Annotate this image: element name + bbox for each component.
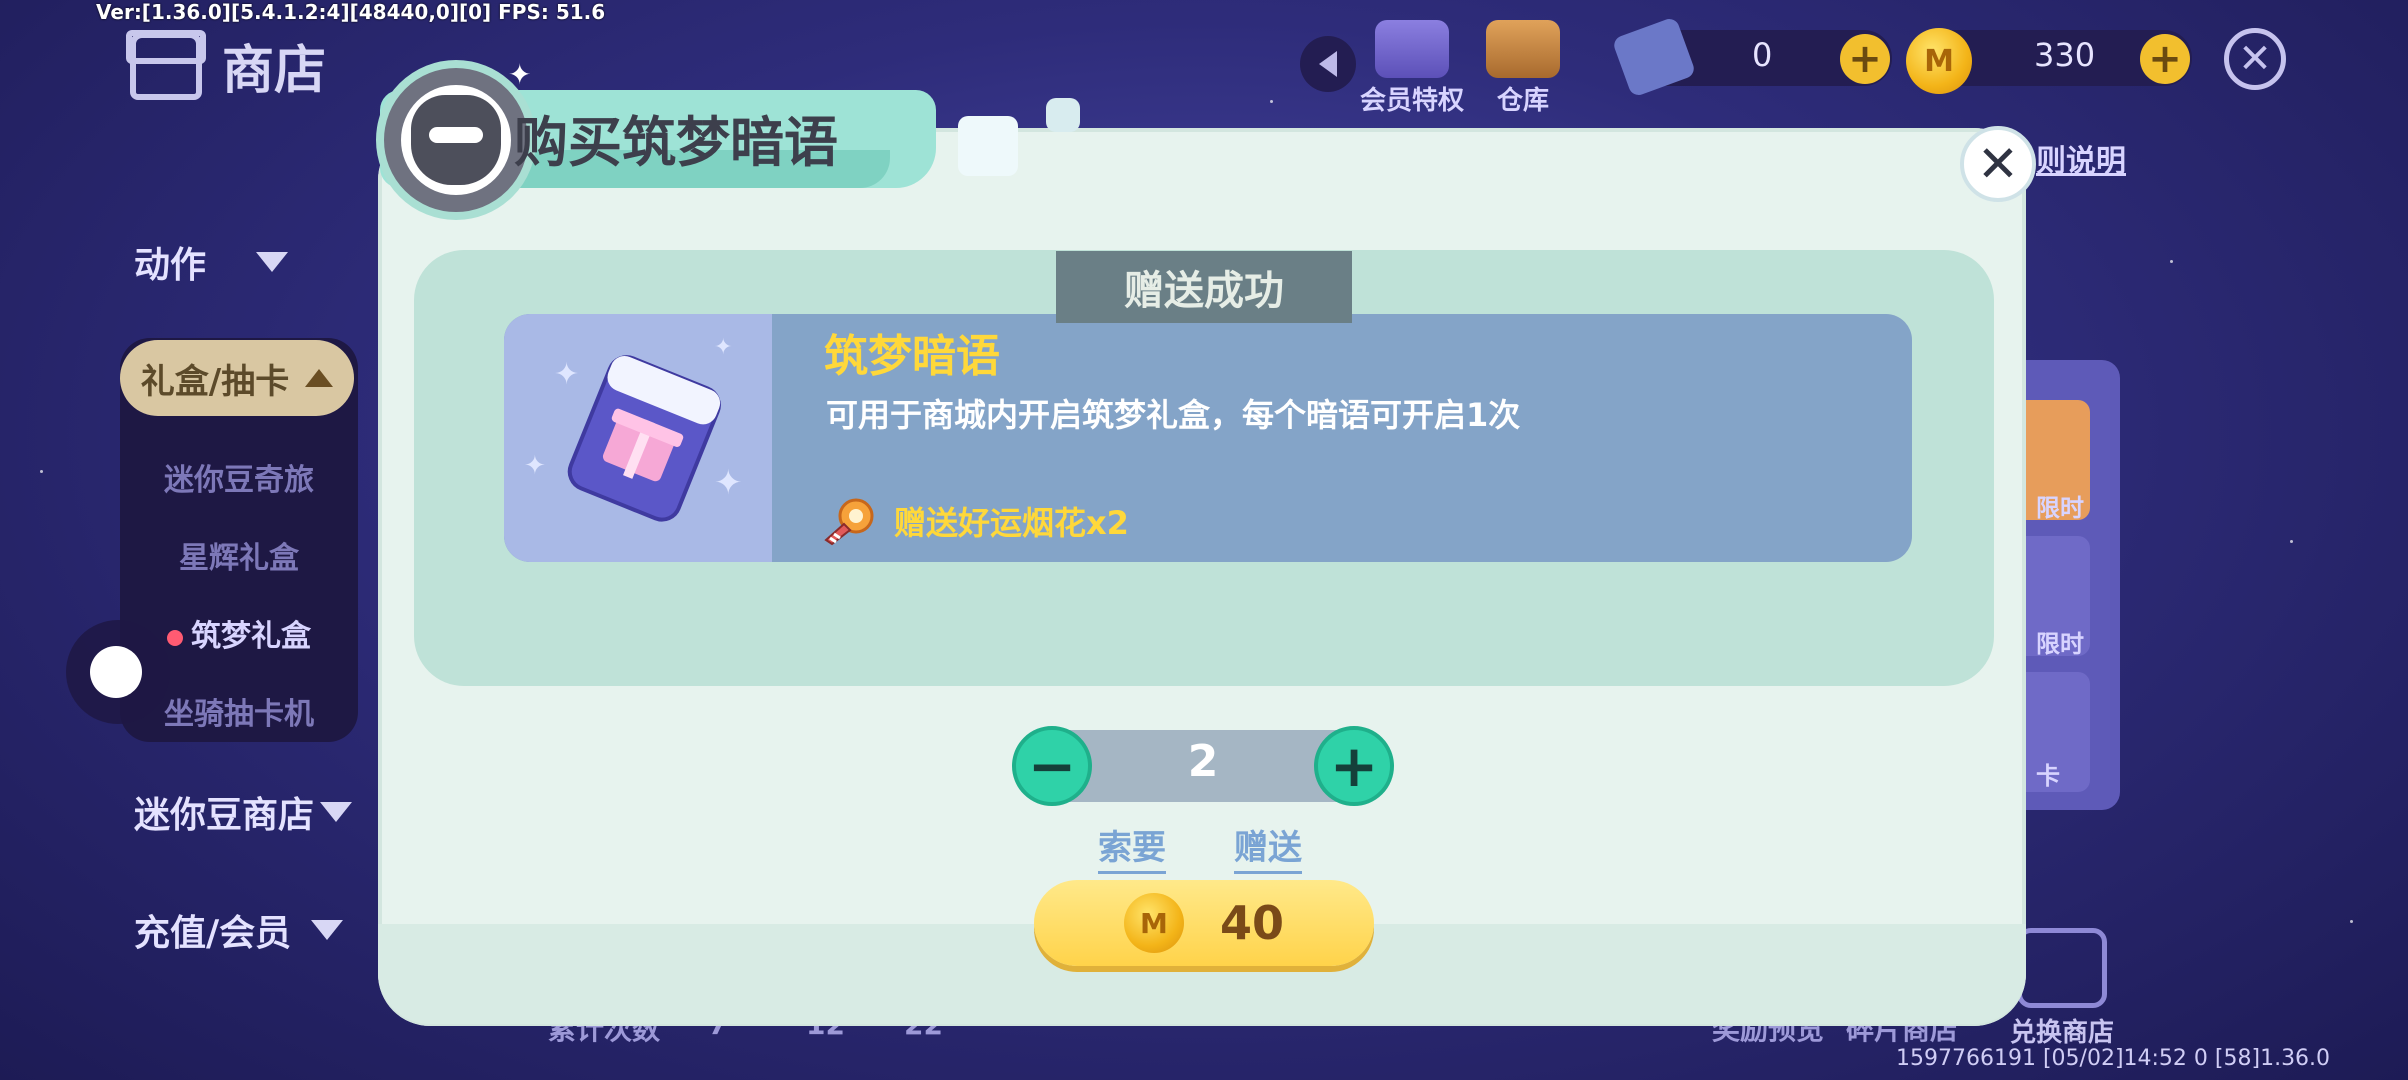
- coin-icon: M: [1906, 28, 1972, 94]
- item-bonus-label: 赠送好运烟花x2: [894, 504, 1129, 542]
- svg-text:✦: ✦: [714, 335, 732, 360]
- sparkle-icon: ✦: [508, 58, 532, 91]
- shop-header: 商店: [126, 28, 327, 103]
- shop-icon: [126, 29, 206, 100]
- sidebar-item-action[interactable]: 动作: [134, 236, 289, 288]
- rules-link[interactable]: 则说明: [2036, 136, 2126, 180]
- collapse-button[interactable]: [1300, 36, 1356, 92]
- decor-square: [958, 116, 1018, 176]
- sidebar-subitem-starlight-box[interactable]: 星辉礼盒: [120, 533, 358, 577]
- coin-count: 330: [2034, 36, 2096, 74]
- quantity-value[interactable]: 2: [1092, 736, 1314, 787]
- increase-quantity-button[interactable]: +: [1314, 726, 1394, 806]
- exchange-label: 兑换商店: [2010, 1018, 2115, 1048]
- add-coin-button[interactable]: +: [2140, 34, 2190, 84]
- background-star: [1270, 100, 1273, 103]
- mascot-face-icon: [401, 85, 511, 195]
- background-star: [2290, 540, 2293, 543]
- sidebar-item-label: 动作: [134, 245, 207, 286]
- purchase-price: 40: [1219, 896, 1284, 950]
- sidebar-subitem-label: 筑梦礼盒: [191, 619, 311, 654]
- chevron-up-icon: [305, 369, 334, 387]
- item-description: 可用于商城内开启筑梦礼盒，每个暗语可开启1次: [826, 396, 1521, 434]
- item-bonus: 赠送好运烟花x2: [820, 496, 1129, 546]
- item-image-frame: ✦ ✦ ✦ ✦: [504, 314, 772, 562]
- close-shop-button[interactable]: ✕: [2224, 28, 2286, 90]
- debug-overlay: Ver:[1.36.0][5.4.1.2:4][48440,0][0] FPS:…: [96, 0, 606, 24]
- vip-privileges-button[interactable]: 会员特权: [1360, 20, 1464, 117]
- chevron-left-icon: [1319, 51, 1337, 77]
- sidebar-item-giftbox[interactable]: 礼盒/抽卡: [120, 340, 354, 416]
- coin-icon: M: [1123, 893, 1184, 953]
- sidebar-subitem-mini-journey[interactable]: 迷你豆奇旅: [120, 455, 358, 499]
- sidebar-item-label: 充值/会员: [134, 913, 292, 954]
- crown-icon: [1375, 20, 1449, 78]
- vip-label: 会员特权: [1360, 86, 1465, 116]
- sidebar-item-label: 迷你豆商店: [134, 795, 315, 836]
- firework-icon: [824, 498, 874, 546]
- side-card-label: 卡: [2036, 762, 2060, 790]
- quantity-stepper: − 2 +: [1012, 726, 1394, 806]
- item-card: ✦ ✦ ✦ ✦: [504, 314, 1912, 562]
- shop-title: 商店: [222, 41, 327, 101]
- background-star: [40, 470, 43, 473]
- purchase-button[interactable]: M 40: [1034, 880, 1374, 966]
- chevron-down-icon: [320, 802, 353, 822]
- gift-icon: [2017, 928, 2107, 1008]
- warehouse-button[interactable]: 仓库: [1486, 20, 1560, 117]
- item-name: 筑梦暗语: [824, 331, 1000, 382]
- background-star: [2170, 260, 2173, 263]
- close-dialog-button[interactable]: ✕: [1960, 126, 2036, 202]
- side-card-label: 限时: [2036, 494, 2084, 522]
- request-link[interactable]: 索要: [1098, 820, 1166, 874]
- chevron-down-icon: [256, 252, 289, 272]
- floating-assist-button[interactable]: [66, 620, 170, 724]
- side-card-label: 限时: [2036, 630, 2084, 658]
- gift-success-toast: 赠送成功: [1056, 251, 1352, 323]
- build-info: 1597766191 [05/02]14:52 0 [58]1.36.0: [1896, 1046, 2331, 1071]
- add-ticket-button[interactable]: +: [1840, 34, 1890, 84]
- svg-text:✦: ✦: [554, 357, 579, 392]
- chevron-down-icon: [311, 920, 344, 940]
- ticket-count: 0: [1752, 36, 1773, 74]
- svg-text:✦: ✦: [714, 463, 743, 503]
- dialog-title: 购买筑梦暗语: [514, 111, 838, 174]
- dream-whisper-item-icon: ✦ ✦ ✦ ✦: [524, 335, 743, 522]
- background-star: [2350, 920, 2353, 923]
- svg-text:✦: ✦: [524, 451, 546, 481]
- sidebar-item-label: 礼盒/抽卡: [140, 361, 290, 402]
- notification-dot: [167, 629, 183, 646]
- sidebar-item-recharge[interactable]: 充值/会员: [134, 904, 344, 956]
- box-icon: [1486, 20, 1560, 78]
- sidebar-item-mini-bean-shop[interactable]: 迷你豆商店: [134, 786, 353, 838]
- gift-link[interactable]: 赠送: [1234, 820, 1302, 874]
- decor-square: [1046, 98, 1080, 132]
- warehouse-label: 仓库: [1496, 86, 1549, 116]
- decrease-quantity-button[interactable]: −: [1012, 726, 1092, 806]
